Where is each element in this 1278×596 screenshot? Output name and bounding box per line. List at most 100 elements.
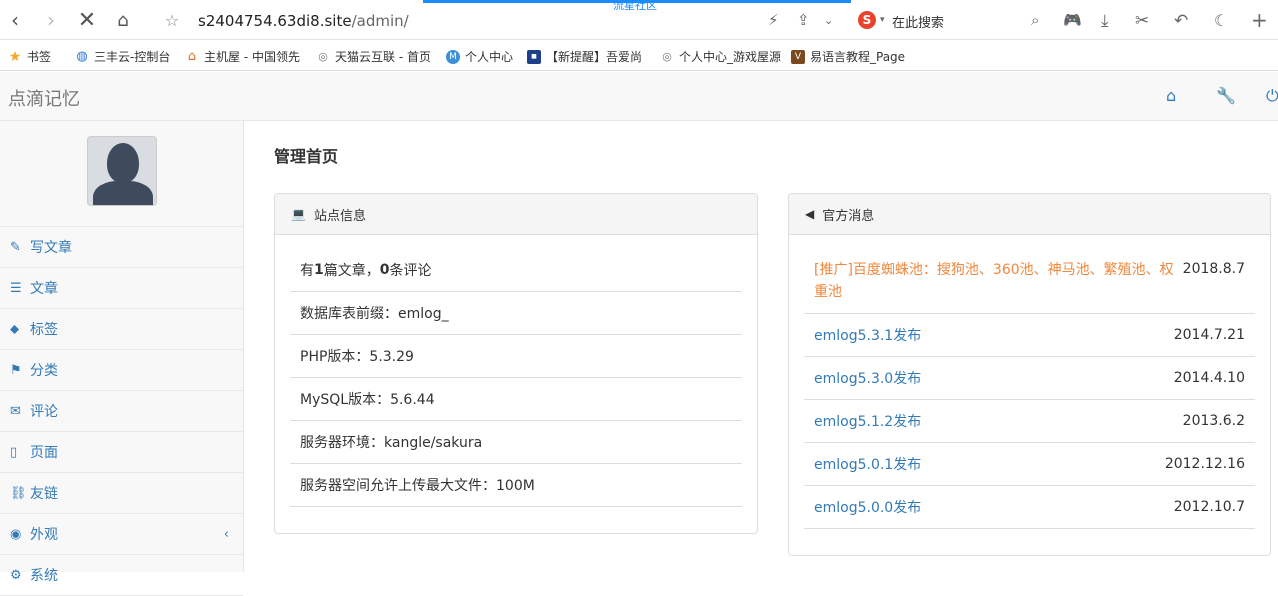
url-host: s2404754.63di8.site xyxy=(198,12,352,30)
sidebar-item-label: 友链 xyxy=(30,486,58,502)
bookmark-item[interactable]: ◍ 三丰云-控制台 xyxy=(75,48,170,65)
info-row-php-version: PHP版本：5.3.29 xyxy=(290,335,742,378)
news-link[interactable]: emlog5.1.2发布 xyxy=(814,411,921,431)
eye-icon: ◉ xyxy=(10,526,22,542)
news-link[interactable]: emlog5.0.1发布 xyxy=(814,454,921,474)
news-date: 2014.4.10 xyxy=(1173,370,1245,386)
search-icon[interactable]: ⌕ xyxy=(1031,11,1039,29)
list-item: emlog5.3.1发布 2014.7.21 xyxy=(804,314,1255,357)
address-bar[interactable]: s2404754.63di8.site/admin/ xyxy=(198,12,409,30)
power-icon[interactable]: ⏻ xyxy=(1266,86,1278,106)
forward-icon[interactable]: › xyxy=(40,8,62,32)
browser-toolbar: 流星社区 ‹ › ✕ ⌂ ☆ s2404754.63di8.site/admin… xyxy=(0,0,1278,40)
globe-icon: ◎ xyxy=(318,50,328,63)
sidebar-item-label: 文章 xyxy=(30,281,58,297)
panel-heading: ◀ 官方消息 xyxy=(789,194,1270,235)
home-icon[interactable]: ⌂ xyxy=(1166,86,1176,105)
sidebar-item-pages[interactable]: ▯ 页面 xyxy=(0,432,243,473)
scissors-icon[interactable]: ✂ xyxy=(1135,11,1149,31)
sidebar-item-label: 页面 xyxy=(30,445,58,461)
sidebar-item-appearance[interactable]: ◉ 外观 ‹ xyxy=(0,514,243,555)
bookmark-item[interactable]: M 个人中心 xyxy=(446,48,513,65)
new-tab-icon[interactable]: + xyxy=(1251,8,1268,32)
flash-icon[interactable]: ⚡ xyxy=(768,11,779,29)
news-date: 2012.12.16 xyxy=(1164,456,1245,472)
site-brand[interactable]: 点滴记忆 xyxy=(8,85,80,111)
star-icon: ★ xyxy=(8,48,22,65)
news-link-promo[interactable]: [推广]百度蜘蛛池：搜狗池、360池、神马池、繁殖池、权重池 xyxy=(814,259,1183,303)
avatar[interactable] xyxy=(86,136,157,206)
tab-title-overlay: 流星社区 xyxy=(613,0,657,12)
sidebar-item-label: 写文章 xyxy=(30,240,72,256)
official-news-panel: ◀ 官方消息 [推广]百度蜘蛛池：搜狗池、360池、神马池、繁殖池、权重池 20… xyxy=(788,193,1271,556)
news-link[interactable]: emlog5.3.1发布 xyxy=(814,325,921,345)
sidebar-item-categories[interactable]: ⚑ 分类 xyxy=(0,350,243,391)
sidebar-item-system[interactable]: ⚙ 系统 xyxy=(0,555,243,596)
comments-icon: ✉ xyxy=(10,403,21,419)
flag-icon: ⚑ xyxy=(10,362,22,378)
sidebar-item-links[interactable]: ⛓ 友链 xyxy=(0,473,243,514)
comment-count: 0 xyxy=(379,262,390,278)
info-row-db-prefix: 数据库表前缀：emlog_ xyxy=(290,292,742,335)
sidebar-item-label: 外观 xyxy=(30,527,58,543)
article-count: 1 xyxy=(314,262,324,278)
bookmark-item[interactable]: ◎ 个人中心_游戏屋源 xyxy=(660,48,781,65)
sidebar-item-label: 标签 xyxy=(30,322,58,338)
back-icon[interactable]: ‹ xyxy=(4,8,26,32)
globe-icon: ◎ xyxy=(662,50,672,63)
panel-body: 有 1 篇文章， 0 条评论 数据库表前缀：emlog_ PHP版本：5.3.29 My… xyxy=(275,235,757,507)
main-content: 管理首页 💻 站点信息 有 1 篇文章， 0 条评论 数据库表前缀：emlog_ PHP… xyxy=(244,121,1278,572)
undo-icon[interactable]: ↶ xyxy=(1174,11,1188,31)
volume-icon: ◀ xyxy=(805,207,815,221)
globe-icon: ◍ xyxy=(76,49,88,64)
sogou-logo-icon: S xyxy=(858,11,876,29)
bookmark-item[interactable]: ◎ 天猫云互联 - 首页 xyxy=(316,48,431,65)
news-link[interactable]: emlog5.0.0发布 xyxy=(814,497,921,517)
news-date: 2018.8.7 xyxy=(1182,261,1245,277)
search-engine-selector[interactable]: S ▾ xyxy=(858,11,885,29)
list-item: emlog5.0.1发布 2012.12.16 xyxy=(804,443,1255,486)
panel-title: 站点信息 xyxy=(313,208,366,224)
gear-icon: ⚙ xyxy=(10,567,22,583)
sidebar: ✎ 写文章 ☰ 文章 ⬥ 标签 ⚑ 分类 ✉ 评论 ▯ 页面 ⛓ 友链 ◉ 外观 ‹ ⚙ 系统 xyxy=(0,121,244,596)
sidebar-item-label: 评论 xyxy=(30,404,58,420)
link-icon: ⛓ xyxy=(10,485,27,501)
game-icon[interactable]: 🎮 xyxy=(1063,11,1082,29)
url-path: /admin/ xyxy=(351,12,409,30)
bookmark-item[interactable]: ⌂ 主机屋 - 中国领先 xyxy=(185,48,300,65)
sidebar-item-articles[interactable]: ☰ 文章 xyxy=(0,268,243,309)
wrench-icon[interactable]: 🔧 xyxy=(1216,86,1236,105)
panel-heading: 💻 站点信息 xyxy=(275,194,757,235)
sidebar-item-write[interactable]: ✎ 写文章 xyxy=(0,227,243,268)
home-icon[interactable]: ⌂ xyxy=(112,9,134,31)
stats-row: 有 1 篇文章， 0 条评论 xyxy=(290,249,742,292)
bookmark-star-icon[interactable]: ☆ xyxy=(161,9,183,31)
panel-body: [推广]百度蜘蛛池：搜狗池、360池、神马池、繁殖池、权重池 2018.8.7 … xyxy=(789,235,1270,529)
v-logo-icon: V xyxy=(791,49,805,64)
laptop-icon: 💻 xyxy=(291,207,306,221)
avatar-container xyxy=(0,121,243,227)
stop-icon[interactable]: ✕ xyxy=(76,8,98,33)
info-row-max-upload: 服务器空间允许上传最大文件：100M xyxy=(290,464,742,507)
night-mode-icon[interactable]: ☾ xyxy=(1214,11,1228,30)
house-icon: ⌂ xyxy=(187,49,197,64)
bookmark-item[interactable]: ★ 书签 xyxy=(8,48,51,65)
sidebar-item-label: 分类 xyxy=(30,363,58,379)
info-row-server-env: 服务器环境：kangle/sakura xyxy=(290,421,742,464)
sidebar-item-label: 系统 xyxy=(30,568,58,584)
chevron-left-icon: ‹ xyxy=(223,526,229,542)
news-date: 2012.10.7 xyxy=(1173,499,1245,515)
search-input[interactable]: 在此搜索 xyxy=(892,12,944,31)
sidebar-item-comments[interactable]: ✉ 评论 xyxy=(0,391,243,432)
bookmark-item[interactable]: ■ 【新提醒】吾爱尚 xyxy=(527,48,642,65)
share-icon[interactable]: ⇪ xyxy=(797,11,810,29)
list-item: emlog5.1.2发布 2013.6.2 xyxy=(804,400,1255,443)
edit-icon: ✎ xyxy=(10,239,21,255)
list-item: [推广]百度蜘蛛池：搜狗池、360池、神马池、繁殖池、权重池 2018.8.7 xyxy=(804,249,1255,314)
sidebar-item-tags[interactable]: ⬥ 标签 xyxy=(0,309,243,350)
bookmark-item[interactable]: V 易语言教程_Page xyxy=(791,48,905,65)
download-icon[interactable]: ⤓ xyxy=(1101,11,1109,31)
chevron-down-icon[interactable]: ⌄ xyxy=(824,14,833,27)
news-link[interactable]: emlog5.3.0发布 xyxy=(814,368,921,388)
admin-header: 点滴记忆 ⌂ 🔧 ⏻ xyxy=(0,72,1278,121)
